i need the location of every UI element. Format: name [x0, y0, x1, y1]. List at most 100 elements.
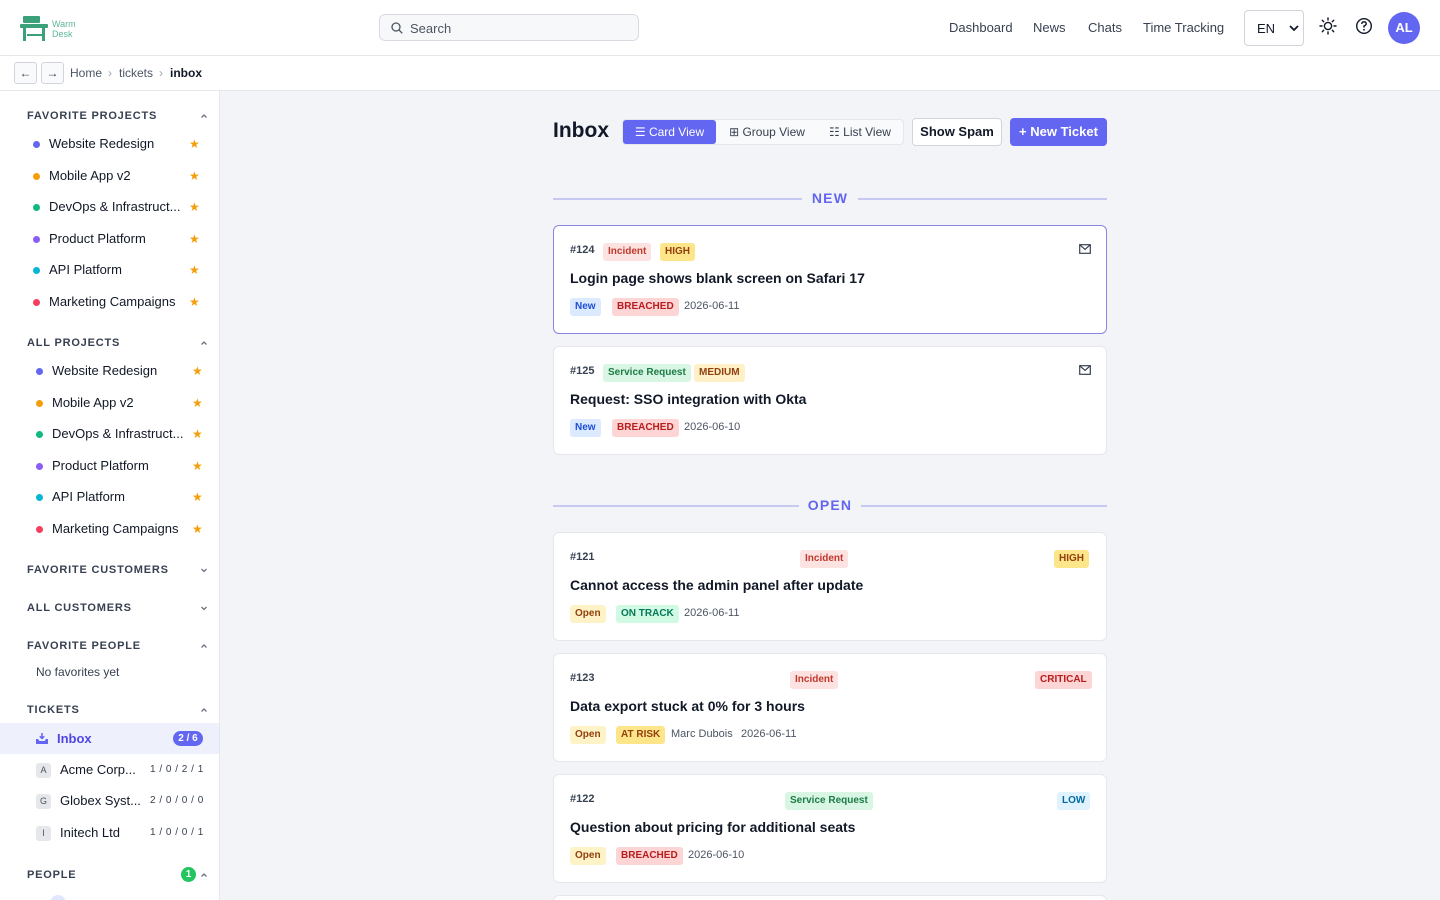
search-box[interactable]	[379, 14, 639, 41]
group-divider-line	[553, 198, 802, 200]
star-icon[interactable]: ★	[192, 364, 203, 378]
customer-ticket-counts: 1 / 0 / 2 / 1	[150, 764, 204, 775]
nav-news[interactable]: News	[1033, 20, 1066, 35]
project-label: API Platform	[49, 262, 122, 277]
chevron-up-icon[interactable]	[200, 112, 208, 120]
ticket-priority-badge: CRITICAL	[1035, 671, 1092, 689]
ticket-card[interactable]: #124 Incident HIGH Login page shows blan…	[553, 225, 1107, 334]
ticket-id: #123	[570, 672, 595, 684]
logo-text-line1: Warm	[52, 19, 76, 29]
sidebar-customer-item[interactable]: A Acme Corp... 1 / 0 / 2 / 1	[0, 762, 219, 782]
ticket-status-badge: Open	[570, 605, 606, 623]
ticket-status-badge: New	[570, 419, 601, 437]
favorite-projects-header[interactable]: FAVORITE PROJECTS	[27, 110, 157, 122]
ticket-type-badge: Incident	[800, 550, 849, 568]
sidebar-project[interactable]: Website Redesign ★	[36, 363, 208, 383]
people-header[interactable]: PEOPLE	[27, 869, 76, 881]
ticket-type-badge: Incident	[603, 243, 652, 261]
sidebar-project[interactable]: API Platform ★	[36, 489, 208, 509]
project-color-dot	[33, 267, 40, 274]
person-avatar[interactable]	[50, 895, 66, 900]
ticket-priority-badge: MEDIUM	[694, 364, 745, 382]
chevron-up-icon[interactable]	[200, 642, 208, 650]
star-icon[interactable]: ★	[189, 200, 200, 214]
project-label: Marketing Campaigns	[49, 294, 176, 309]
card-view-button[interactable]: ☰ Card View	[623, 120, 716, 144]
new-ticket-button[interactable]: + New Ticket	[1010, 118, 1107, 146]
ticket-card[interactable]: #125 Service Request MEDIUM Request: SSO…	[553, 346, 1107, 455]
sidebar-project[interactable]: Mobile App v2 ★	[36, 395, 208, 415]
back-button[interactable]: ←	[14, 62, 37, 84]
nav-time-tracking[interactable]: Time Tracking	[1143, 20, 1224, 35]
list-view-button[interactable]: ☷ List View	[819, 120, 901, 144]
star-icon[interactable]: ★	[189, 169, 200, 183]
ticket-id: #125	[570, 365, 595, 377]
ticket-status-badge: Open	[570, 847, 606, 865]
sidebar-favorite-project[interactable]: Mobile App v2 ★	[33, 168, 208, 188]
nav-dashboard[interactable]: Dashboard	[949, 20, 1013, 35]
ticket-id: #121	[570, 551, 595, 563]
logo-text-line2: Desk	[52, 29, 73, 39]
ticket-date: 2026-06-11	[684, 607, 740, 619]
ticket-card[interactable]: #123 Incident CRITICAL Data export stuck…	[553, 653, 1107, 762]
group-view-button[interactable]: ⊞ Group View	[720, 120, 814, 144]
sidebar-project[interactable]: DevOps & Infrastruct... ★	[36, 426, 208, 446]
sidebar-favorite-project[interactable]: Marketing Campaigns ★	[33, 294, 208, 314]
sidebar-project[interactable]: Marketing Campaigns ★	[36, 521, 208, 541]
favorite-people-header[interactable]: FAVORITE PEOPLE	[27, 640, 141, 652]
no-favorites-text: No favorites yet	[36, 665, 120, 679]
search-icon	[391, 22, 403, 34]
view-switcher: ☰ Card View ⊞ Group View ☷ List View	[622, 119, 904, 145]
ticket-card[interactable]: #122 Service Request LOW Question about …	[553, 774, 1107, 883]
ticket-card[interactable]	[553, 895, 1107, 900]
group-label-new: NEW	[811, 190, 849, 206]
ticket-id: #122	[570, 793, 595, 805]
search-input[interactable]	[410, 19, 630, 37]
star-icon[interactable]: ★	[189, 263, 200, 277]
language-select[interactable]: EN	[1244, 10, 1304, 46]
forward-button[interactable]: →	[41, 62, 64, 84]
sidebar-item-inbox[interactable]: Inbox 2 / 6	[0, 723, 219, 754]
ticket-priority-badge: LOW	[1057, 792, 1091, 810]
sidebar-favorite-project[interactable]: Product Platform ★	[33, 231, 208, 251]
ticket-status-badge: Open	[570, 726, 606, 744]
star-icon[interactable]: ★	[189, 295, 200, 309]
chevron-up-icon[interactable]	[200, 339, 208, 347]
star-icon[interactable]: ★	[192, 427, 203, 441]
breadcrumb-tickets[interactable]: tickets	[119, 66, 153, 80]
sidebar-project[interactable]: Product Platform ★	[36, 458, 208, 478]
star-icon[interactable]: ★	[189, 137, 200, 151]
tickets-header[interactable]: TICKETS	[27, 704, 80, 716]
star-icon[interactable]: ★	[189, 232, 200, 246]
sidebar-customer-item[interactable]: I Initech Ltd 1 / 0 / 0 / 1	[0, 825, 219, 845]
ticket-assignee[interactable]: Marc Dubois	[671, 728, 733, 740]
sidebar-customer-item[interactable]: G Globex Syst... 2 / 0 / 0 / 0	[0, 793, 219, 813]
project-label: Website Redesign	[49, 136, 155, 151]
chevron-up-icon[interactable]	[200, 706, 208, 714]
chevron-down-icon[interactable]	[200, 566, 208, 574]
language-value: EN	[1257, 21, 1276, 36]
inbox-icon	[36, 733, 48, 744]
star-icon[interactable]: ★	[192, 490, 203, 504]
star-icon[interactable]: ★	[192, 459, 203, 473]
show-spam-button[interactable]: Show Spam	[912, 118, 1002, 146]
sidebar-favorite-project[interactable]: DevOps & Infrastruct... ★	[33, 199, 208, 219]
breadcrumb-home[interactable]: Home	[70, 66, 102, 80]
nav-chats[interactable]: Chats	[1088, 20, 1122, 35]
star-icon[interactable]: ★	[192, 522, 203, 536]
email-icon	[1079, 365, 1091, 375]
all-customers-header[interactable]: ALL CUSTOMERS	[27, 602, 132, 614]
favorite-customers-header[interactable]: FAVORITE CUSTOMERS	[27, 564, 169, 576]
all-projects-header[interactable]: ALL PROJECTS	[27, 337, 120, 349]
ticket-card[interactable]: #121 Incident HIGH Cannot access the adm…	[553, 532, 1107, 641]
chevron-up-icon[interactable]	[200, 871, 208, 879]
theme-toggle-icon[interactable]	[1319, 17, 1337, 35]
customer-initial: G	[36, 794, 51, 809]
star-icon[interactable]: ★	[192, 396, 203, 410]
user-avatar[interactable]: AL	[1388, 12, 1420, 44]
chevron-down-icon[interactable]	[200, 604, 208, 612]
sidebar-favorite-project[interactable]: API Platform ★	[33, 262, 208, 282]
help-icon[interactable]	[1355, 17, 1373, 35]
app-logo[interactable]: Warm Desk	[18, 14, 82, 44]
sidebar-favorite-project[interactable]: Website Redesign ★	[33, 136, 208, 156]
